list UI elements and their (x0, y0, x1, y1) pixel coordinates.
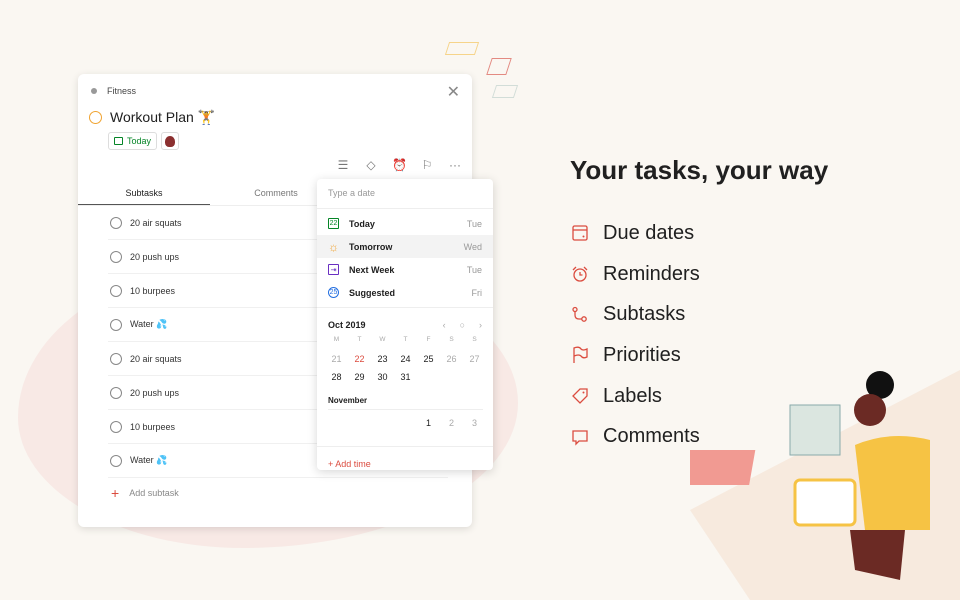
subtask-checkbox[interactable] (110, 250, 122, 263)
tab-subtasks[interactable]: Subtasks (78, 182, 210, 205)
weekday-label: S (449, 336, 454, 343)
more-options-icon[interactable]: ··· (448, 158, 462, 172)
subtask-checkbox[interactable] (110, 318, 122, 331)
subtask-label: Water 💦 (130, 455, 168, 465)
illustration-person-with-tablet (690, 370, 960, 600)
sun-icon: ☼ (328, 239, 339, 254)
weekday-label: M (333, 336, 340, 343)
next-week-icon: ⇥ (328, 264, 339, 275)
weekday-label: T (357, 336, 362, 343)
reminder-alarm-icon[interactable]: ⏰ (392, 158, 407, 172)
calendar-icon (572, 225, 588, 241)
task-complete-checkbox[interactable] (89, 111, 102, 124)
subtask-checkbox[interactable] (110, 216, 122, 229)
label-icon[interactable]: ◇ (364, 158, 378, 172)
feature-item: Priorities (571, 335, 700, 376)
subtask-label: 20 air squats (130, 353, 182, 364)
alarm-clock-icon (572, 266, 588, 282)
comment-icon (572, 430, 588, 446)
date-picker-dropdown: Type a date 22 Today Tue ☼ Tomorrow Wed ⇥ Next … (317, 179, 493, 470)
feature-item: Labels (571, 376, 700, 417)
priority-flag-icon[interactable]: ⚐ (420, 158, 434, 172)
subtask-checkbox[interactable] (110, 352, 122, 365)
calendar-today-icon: 22 (328, 218, 339, 229)
calendar-empty-cell (325, 414, 348, 432)
calendar-empty-cell (371, 414, 394, 432)
subtasks-list-icon[interactable]: ☰ (336, 158, 350, 172)
calendar-day[interactable]: 27 (463, 350, 486, 368)
decor-shape-red (486, 58, 512, 75)
date-option-suggested[interactable]: 25 Suggested Fri (317, 281, 493, 304)
calendar-day[interactable]: 1 (417, 414, 440, 432)
weekday-label: T (403, 336, 408, 343)
task-toolbar: ☰ ◇ ⏰ ⚐ ··· (336, 158, 462, 172)
subtask-label: 10 burpees (130, 421, 176, 432)
promo-headline: Your tasks, your way (570, 155, 829, 185)
date-option-today[interactable]: 22 Today Tue (317, 212, 493, 235)
calendar-empty-cell (348, 414, 371, 432)
due-date-chip[interactable]: Today (108, 132, 158, 150)
subtask-checkbox[interactable] (110, 386, 122, 399)
subtask-checkbox[interactable] (110, 284, 122, 297)
weekday-label: S (472, 336, 477, 343)
subtask-label: 20 air squats (130, 217, 182, 228)
subtask-label: 10 burpees (130, 285, 176, 296)
date-option-next-week[interactable]: ⇥ Next Week Tue (317, 258, 493, 281)
decor-shape-yellow (444, 42, 480, 55)
subtask-label: Water 💦 (130, 319, 168, 329)
date-option-tomorrow[interactable]: ☼ Tomorrow Wed (317, 235, 493, 258)
calendar-day[interactable]: 30 (371, 368, 394, 386)
prev-month-icon[interactable]: ‹ (443, 320, 446, 330)
calendar-day[interactable]: 23 (371, 350, 394, 368)
calendar-day[interactable]: 29 (348, 368, 371, 386)
calendar-day[interactable]: 24 (394, 350, 417, 368)
subtask-label: 20 push ups (130, 387, 180, 398)
calendar-day[interactable]: 3 (463, 414, 486, 432)
subtask-label: 20 push ups (130, 251, 180, 262)
subtask-checkbox[interactable] (110, 420, 122, 433)
weekday-label: W (379, 336, 386, 343)
feature-item: Subtasks (571, 294, 700, 335)
november-grid: 123 (317, 414, 493, 432)
month-label: Oct 2019 (328, 320, 366, 330)
task-title[interactable]: Workout Plan 🏋️ (110, 109, 215, 126)
current-month-icon[interactable]: ○ (460, 320, 465, 330)
subtask-checkbox[interactable] (110, 454, 122, 467)
close-icon[interactable]: ✕ (447, 82, 460, 102)
weekday-label: F (426, 336, 431, 343)
project-label[interactable]: Fitness (91, 86, 136, 96)
next-month-label: November (328, 386, 483, 410)
suggested-icon: 25 (328, 287, 339, 298)
calendar-day[interactable]: 21 (325, 350, 348, 368)
flag-icon (573, 346, 588, 364)
calendar-day[interactable]: 22 (348, 350, 371, 368)
feature-item: Comments (571, 416, 700, 457)
calendar-day[interactable]: 2 (440, 414, 463, 432)
calendar-day[interactable]: 25 (417, 350, 440, 368)
tag-icon (572, 388, 588, 405)
assignee-avatar[interactable] (161, 132, 180, 150)
add-subtask-button[interactable]: + Add subtask (108, 478, 448, 508)
calendar-grid: M T W T F S S 21 22 23 24 25 26 27 28 29 30 31 (317, 336, 493, 386)
subtasks-branch-icon (572, 306, 587, 322)
calendar-day[interactable]: 26 (440, 350, 463, 368)
calendar-empty-cell (394, 414, 417, 432)
decor-shape-green (491, 85, 519, 98)
date-input[interactable]: Type a date (317, 179, 493, 209)
calendar-day[interactable]: 31 (394, 368, 417, 386)
add-time-button[interactable]: + Add time (317, 446, 493, 481)
project-dot-icon (91, 88, 97, 94)
feature-item: Due dates (571, 213, 700, 254)
date-quick-options: 22 Today Tue ☼ Tomorrow Wed ⇥ Next Week Tue 25 Sug… (317, 209, 493, 308)
feature-list: Due dates Reminders Subtasks Priorities Labe… (571, 213, 700, 457)
calendar-icon (114, 137, 123, 145)
next-month-icon[interactable]: › (479, 320, 482, 330)
feature-item: Reminders (571, 254, 700, 295)
plus-icon: + (111, 485, 120, 501)
calendar-day[interactable]: 28 (325, 368, 348, 386)
